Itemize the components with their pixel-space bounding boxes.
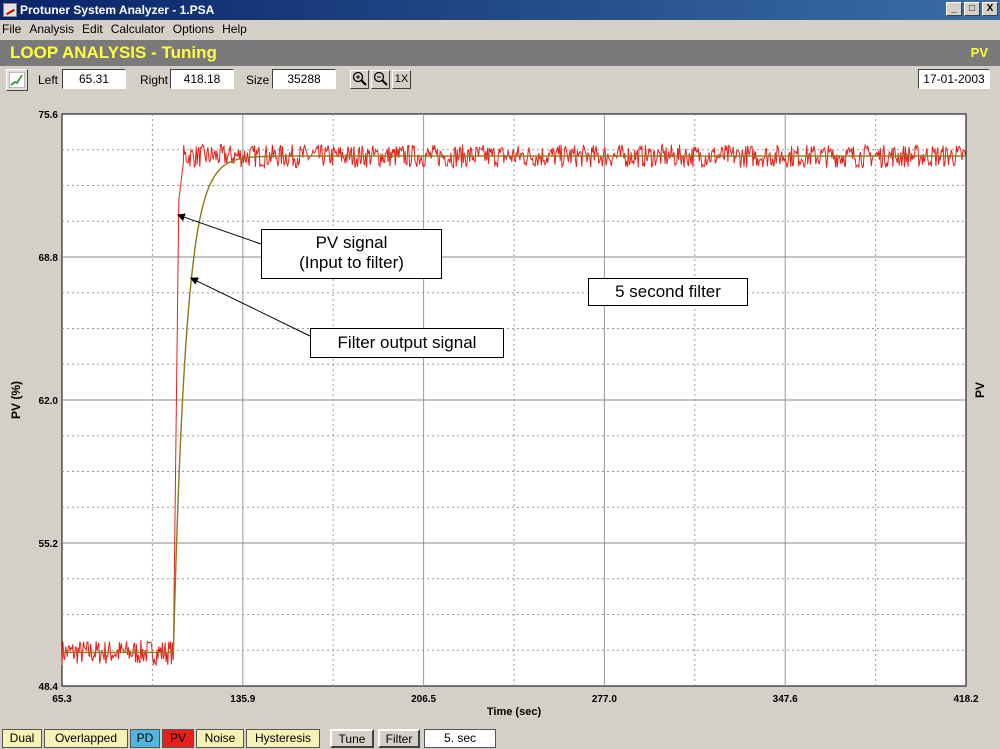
menu-file[interactable]: File bbox=[0, 22, 27, 36]
close-button[interactable]: X bbox=[982, 2, 998, 16]
zoom-reset-button[interactable]: 1X bbox=[392, 70, 411, 89]
window-title-bar: Protuner System Analyzer - 1.PSA _ □ X bbox=[0, 0, 1000, 20]
x-tick-label: 418.2 bbox=[953, 694, 978, 705]
pv-signal-callout: PV signal (Input to filter) bbox=[261, 229, 442, 279]
tab-pv[interactable]: PV bbox=[162, 729, 194, 748]
zoom-out-icon[interactable] bbox=[371, 70, 390, 89]
filter-button[interactable]: Filter bbox=[378, 729, 420, 748]
window-title: Protuner System Analyzer - 1.PSA bbox=[20, 3, 215, 17]
x-tick-label: 206.5 bbox=[411, 694, 436, 705]
banner-title: LOOP ANALYSIS - Tuning bbox=[10, 43, 217, 62]
app-icon bbox=[3, 3, 17, 17]
x-tick-label: 65.3 bbox=[52, 694, 72, 705]
tab-noise[interactable]: Noise bbox=[196, 729, 244, 748]
menu-options[interactable]: Options bbox=[171, 22, 220, 36]
menu-bar: File Analysis Edit Calculator Options He… bbox=[0, 20, 1000, 38]
left-input[interactable]: 65.31 bbox=[62, 69, 126, 89]
pv-signal-callout-line1: PV signal bbox=[315, 233, 388, 252]
tune-button[interactable]: Tune bbox=[330, 729, 374, 748]
tab-hysteresis[interactable]: Hysteresis bbox=[246, 729, 320, 748]
tab-pd[interactable]: PD bbox=[130, 729, 160, 748]
pv-signal-callout-line2: (Input to filter) bbox=[299, 253, 404, 272]
y-tick-label: 75.6 bbox=[39, 110, 59, 121]
y-tick-label: 48.4 bbox=[39, 682, 59, 693]
x-tick-label: 277.0 bbox=[592, 694, 617, 705]
date-field: 17-01-2003 bbox=[918, 69, 990, 89]
pv-chart: 65.3 135.9 206.5 277.0 347.6 418.2 48.4 55.2 62.… bbox=[9, 110, 987, 718]
right-label: Right bbox=[140, 73, 169, 87]
banner-mode: PV bbox=[970, 45, 988, 60]
filter-time-field[interactable]: 5. sec bbox=[424, 729, 496, 748]
menu-calculator[interactable]: Calculator bbox=[109, 22, 171, 36]
y-tick-label: 62.0 bbox=[39, 396, 59, 407]
y-tick-label: 55.2 bbox=[39, 539, 59, 550]
filter-note-callout: 5 second filter bbox=[588, 278, 748, 306]
zoom-in-icon[interactable] bbox=[350, 70, 369, 89]
left-label: Left bbox=[38, 73, 59, 87]
size-input[interactable]: 35288 bbox=[272, 69, 336, 89]
filter-output-callout: Filter output signal bbox=[310, 328, 504, 358]
tab-dual[interactable]: Dual bbox=[2, 729, 42, 748]
bottom-tab-bar: Dual Overlapped PD PV Noise Hysteresis T… bbox=[0, 727, 1000, 749]
x-tick-label: 347.6 bbox=[773, 694, 798, 705]
size-label: Size bbox=[246, 73, 270, 87]
tab-overlapped[interactable]: Overlapped bbox=[44, 729, 128, 748]
y-tick-label: 68.8 bbox=[39, 253, 59, 264]
menu-analysis[interactable]: Analysis bbox=[27, 22, 80, 36]
right-axis-label: PV bbox=[973, 382, 987, 398]
maximize-button[interactable]: □ bbox=[964, 2, 980, 16]
x-axis-label: Time (sec) bbox=[487, 706, 542, 718]
analysis-banner: LOOP ANALYSIS - Tuning PV bbox=[0, 40, 1000, 66]
toolbar: Left 65.31 Right 418.18 Size 35288 1X 17… bbox=[0, 66, 1000, 94]
minimize-button[interactable]: _ bbox=[946, 2, 962, 16]
y-axis-label: PV (%) bbox=[9, 381, 23, 419]
menu-help[interactable]: Help bbox=[220, 22, 253, 36]
menu-edit[interactable]: Edit bbox=[80, 22, 109, 36]
right-input[interactable]: 418.18 bbox=[170, 69, 234, 89]
plot-panel: 65.3 135.9 206.5 277.0 347.6 418.2 48.4 55.2 62.… bbox=[4, 96, 996, 724]
chart-view-icon[interactable] bbox=[6, 69, 28, 91]
x-tick-label: 135.9 bbox=[230, 694, 255, 705]
